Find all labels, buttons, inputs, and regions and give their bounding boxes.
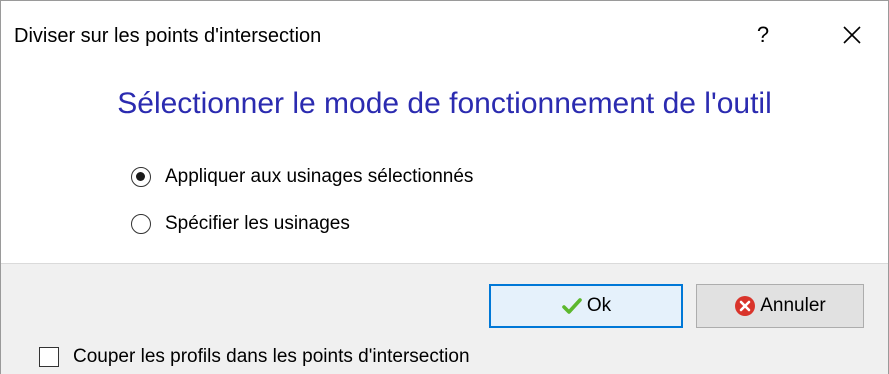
cancel-button[interactable]: Annuler xyxy=(696,284,864,328)
cut-profiles-option[interactable]: Couper les profils dans les points d'int… xyxy=(39,344,470,370)
cut-profiles-label: Couper les profils dans les points d'int… xyxy=(73,346,470,367)
ok-button[interactable]: Ok xyxy=(489,284,683,328)
radio-apply-selected[interactable]: Appliquer aux usinages sélectionnés xyxy=(131,163,473,191)
dialog-window: Diviser sur les points d'intersection ? … xyxy=(0,0,889,374)
checkmark-icon xyxy=(561,295,583,317)
window-title: Diviser sur les points d'intersection xyxy=(14,25,322,47)
cut-profiles-checkbox[interactable] xyxy=(39,347,59,367)
radio-specify[interactable]: Spécifier les usinages xyxy=(131,210,350,238)
cancel-icon xyxy=(734,295,756,317)
title-bar: Diviser sur les points d'intersection ? xyxy=(1,1,888,77)
ok-label: Ok xyxy=(586,295,612,316)
mode-heading: Sélectionner le mode de fonctionnement d… xyxy=(117,87,772,120)
radio-button-checked[interactable] xyxy=(131,167,151,187)
cancel-label: Annuler xyxy=(760,295,826,316)
radio-apply-selected-label: Appliquer aux usinages sélectionnés xyxy=(165,166,474,187)
radio-specify-label: Spécifier les usinages xyxy=(165,213,350,234)
content-area: Sélectionner le mode de fonctionnement d… xyxy=(1,77,888,263)
close-icon xyxy=(843,26,861,44)
close-button[interactable] xyxy=(827,13,877,57)
radio-button-unchecked[interactable] xyxy=(131,214,151,234)
help-button[interactable]: ? xyxy=(743,13,783,57)
dialog-footer: Ok Annuler Couper les profils dans les p… xyxy=(1,263,888,374)
